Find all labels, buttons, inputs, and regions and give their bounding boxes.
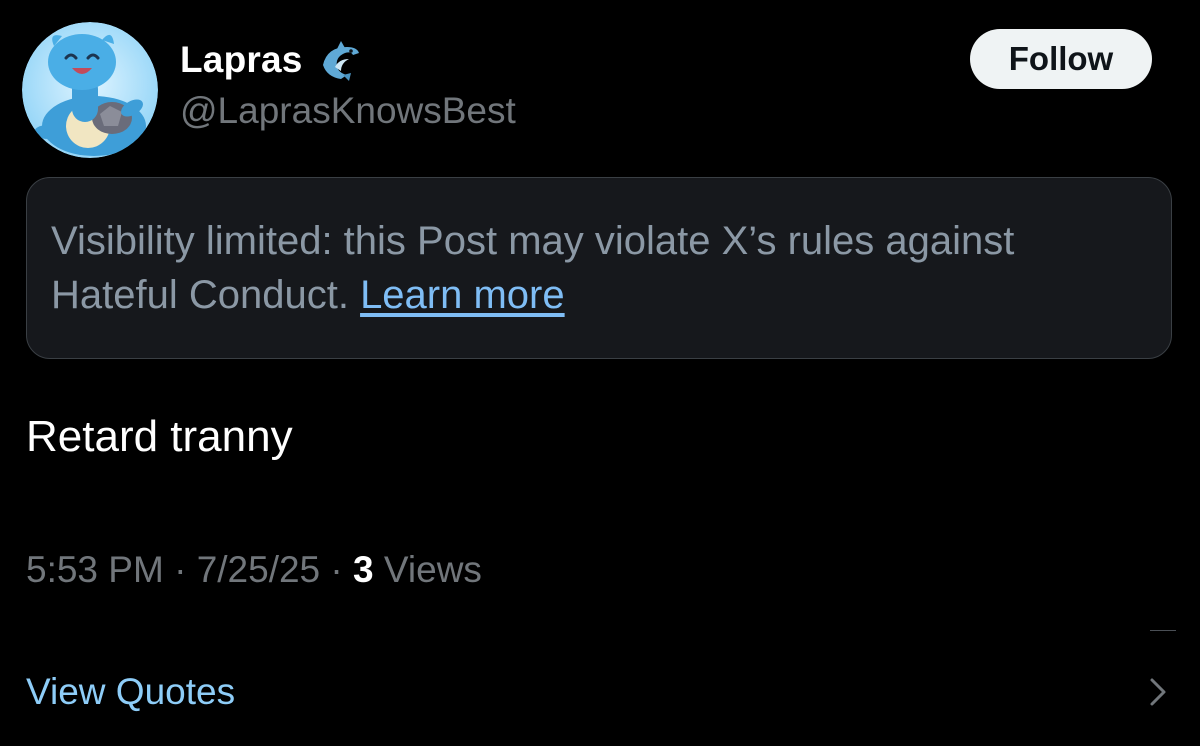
post-metadata: 5:53 PM · 7/25/25 · 3 Views xyxy=(26,549,482,591)
author-name-row: Lapras xyxy=(180,34,363,86)
view-quotes-row[interactable]: View Quotes xyxy=(26,668,1176,716)
learn-more-link[interactable]: Learn more xyxy=(360,273,565,317)
meta-separator: · xyxy=(330,549,354,590)
chevron-right-icon xyxy=(1140,674,1176,710)
divider xyxy=(1150,630,1176,631)
dolphin-emoji-icon xyxy=(317,37,363,83)
author-display-name[interactable]: Lapras xyxy=(180,39,303,81)
meta-separator: · xyxy=(174,549,197,590)
lapras-avatar-image xyxy=(22,22,158,158)
visibility-limited-notice: Visibility limited: this Post may violat… xyxy=(26,177,1172,359)
view-quotes-label: View Quotes xyxy=(26,671,236,712)
views-count: 3 xyxy=(353,549,384,590)
post-time[interactable]: 5:53 PM xyxy=(26,549,164,590)
avatar[interactable] xyxy=(22,22,158,158)
post-text: Retard tranny xyxy=(26,412,293,461)
follow-button[interactable]: Follow xyxy=(970,29,1152,89)
views-label: Views xyxy=(383,549,482,590)
author-handle[interactable]: @LaprasKnowsBest xyxy=(180,90,516,132)
post-date[interactable]: 7/25/25 xyxy=(197,549,320,590)
